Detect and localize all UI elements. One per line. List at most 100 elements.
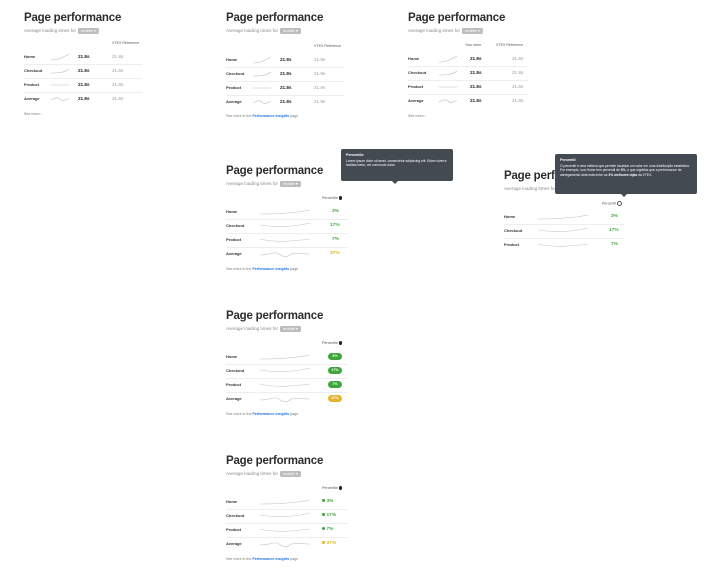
percentile-value: 17% bbox=[609, 227, 619, 233]
sparkline bbox=[259, 252, 311, 257]
store-value: 21.8s bbox=[280, 85, 292, 90]
percentile-pill: 17% bbox=[328, 367, 342, 374]
sparkline bbox=[253, 87, 271, 89]
row-label: Product bbox=[226, 85, 242, 90]
sparkline bbox=[50, 97, 70, 101]
table-row: Average 21.8s 21.8s bbox=[226, 95, 344, 109]
row-label: Average bbox=[226, 251, 242, 256]
page-title: Page performance bbox=[226, 165, 324, 177]
page-subtitle: Average loading times for bbox=[504, 186, 557, 191]
device-dropdown[interactable]: mobile ▾ bbox=[78, 28, 99, 34]
percentile-value: 3% bbox=[332, 208, 339, 214]
footer-note: See more in the Performance insights pag… bbox=[226, 267, 299, 271]
sparkline bbox=[259, 499, 311, 505]
see-more-link[interactable]: See more › bbox=[24, 112, 42, 116]
row-label: Checkout bbox=[408, 70, 427, 75]
sparkline bbox=[259, 512, 311, 517]
table-row: Checkout 21.8s 21.8s bbox=[24, 64, 142, 79]
device-dropdown[interactable]: mobile ▾ bbox=[280, 471, 301, 477]
card-percentile-pills: Page performance Average loading times f… bbox=[226, 310, 356, 420]
row-label: Product bbox=[226, 237, 242, 242]
column-header-reference: VTEX Reference bbox=[314, 44, 341, 48]
reference-value: 21.8s bbox=[112, 54, 124, 59]
page-subtitle: Average loading times for mobile ▾ bbox=[226, 471, 301, 477]
performance-insights-link[interactable]: Performance insights bbox=[252, 267, 289, 271]
percentile-value: 37% bbox=[322, 541, 336, 546]
table-row: Average 21.8s 21.8s bbox=[408, 94, 528, 108]
sparkline bbox=[50, 68, 70, 74]
row-label: Checkout bbox=[226, 223, 245, 228]
tooltip-title: Percentil bbox=[560, 158, 576, 162]
table-row: Product 21.8s 21.8s bbox=[408, 80, 528, 95]
percentile-value: 7% bbox=[322, 527, 333, 532]
sparkline bbox=[438, 55, 458, 63]
performance-insights-link[interactable]: Performance insights bbox=[252, 412, 289, 416]
store-value: 21.8s bbox=[470, 70, 482, 75]
row-label: Average bbox=[226, 99, 242, 104]
device-dropdown[interactable]: mobile ▾ bbox=[280, 326, 301, 332]
table-row: Checkout 17% bbox=[226, 219, 348, 234]
sparkline bbox=[438, 70, 458, 76]
reference-value: 21.8s bbox=[314, 71, 326, 76]
store-value: 21.8s bbox=[78, 82, 90, 87]
sparkline bbox=[537, 243, 589, 247]
sparkline bbox=[50, 53, 70, 61]
store-value: 21.8s bbox=[280, 57, 292, 62]
performance-insights-link[interactable]: Performance insights bbox=[252, 114, 289, 118]
row-label: Product bbox=[408, 84, 424, 89]
row-label: Product bbox=[226, 382, 242, 387]
row-label: Home bbox=[226, 499, 238, 504]
footer-note: See more in the Performance insights pag… bbox=[226, 412, 299, 416]
store-value: 21.8s bbox=[280, 99, 292, 104]
tooltip-caret bbox=[392, 181, 398, 184]
row-label: Product bbox=[504, 242, 520, 247]
page-title: Page performance bbox=[24, 12, 122, 24]
store-value: 21.8s bbox=[470, 56, 482, 61]
table-row: Product 7% bbox=[226, 378, 348, 393]
info-icon[interactable] bbox=[338, 486, 343, 490]
sparkline bbox=[259, 238, 311, 242]
sparkline bbox=[259, 222, 311, 227]
info-icon[interactable] bbox=[338, 341, 343, 345]
table-row: Average 37% bbox=[226, 247, 348, 261]
store-value: 21.8s bbox=[470, 98, 482, 103]
sparkline bbox=[252, 100, 272, 104]
sparkline bbox=[252, 71, 272, 77]
sparkline bbox=[252, 56, 272, 64]
page-subtitle: Average loading times for mobile ▾ bbox=[226, 326, 301, 332]
sparkline bbox=[537, 227, 589, 232]
see-more-link[interactable]: See more › bbox=[408, 114, 426, 118]
sparkline bbox=[51, 84, 69, 86]
tooltip-body: O percentil é uma métrica que permite lo… bbox=[560, 163, 690, 177]
table-row: Home 21.8s 21.8s bbox=[226, 53, 344, 68]
percentile-pill: 37% bbox=[328, 395, 342, 402]
sparkline bbox=[259, 383, 311, 387]
info-icon[interactable] bbox=[338, 196, 343, 200]
sparkline bbox=[259, 367, 311, 372]
sparkline bbox=[259, 528, 311, 532]
table-row: Home 3% bbox=[504, 210, 624, 225]
store-value: 21.8s bbox=[78, 96, 90, 101]
footer-note: See more in the Performance insights pag… bbox=[226, 114, 299, 118]
card-basic-1: Page performance Average loading times f… bbox=[24, 12, 154, 122]
sparkline bbox=[259, 209, 311, 215]
table-row: Product 7% bbox=[226, 523, 348, 538]
device-dropdown[interactable]: mobile ▾ bbox=[280, 28, 301, 34]
page-subtitle: Average loading times for mobile ▾ bbox=[408, 28, 483, 34]
percentil-header: Percentil bbox=[602, 201, 622, 206]
device-dropdown[interactable]: mobile ▾ bbox=[280, 181, 301, 187]
percentile-value: 17% bbox=[322, 513, 336, 518]
sparkline bbox=[259, 354, 311, 360]
table-row: Checkout 21.8s 21.8s bbox=[408, 66, 528, 81]
row-label: Home bbox=[504, 214, 516, 219]
performance-insights-link[interactable]: Performance insights bbox=[252, 557, 289, 561]
row-label: Home bbox=[226, 354, 238, 359]
table-row: Checkout 17% bbox=[504, 224, 624, 239]
percentile-value: 7% bbox=[332, 236, 339, 242]
footer-note: See more in the Performance insights pag… bbox=[226, 557, 299, 561]
card-percentile-text: Page performance Average loading times f… bbox=[226, 165, 356, 275]
info-icon[interactable] bbox=[616, 201, 622, 206]
store-value: 21.8s bbox=[470, 84, 482, 89]
device-dropdown[interactable]: mobile ▾ bbox=[462, 28, 483, 34]
percentile-pill: 3% bbox=[328, 353, 342, 360]
